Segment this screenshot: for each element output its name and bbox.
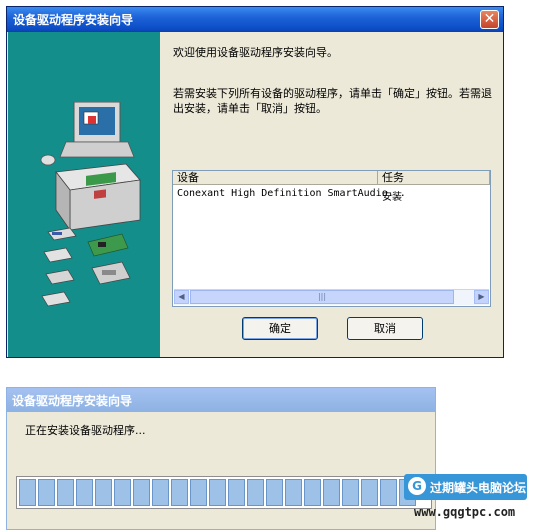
close-button[interactable]: ✕ — [480, 10, 499, 29]
driver-install-progress-window: 设备驱动程序安装向导 正在安装设备驱动程序... — [6, 387, 436, 530]
progress-segment — [133, 479, 150, 506]
progress-segment — [323, 479, 340, 506]
cancel-button[interactable]: 取消 — [347, 317, 423, 340]
progress-segment — [342, 479, 359, 506]
chevron-left-icon: ◀ — [178, 292, 185, 301]
progress-segment — [57, 479, 74, 506]
forum-watermark: G 过期罐头电脑论坛 www.gqgtpc.com — [404, 474, 544, 526]
progress-segment — [76, 479, 93, 506]
progress-segment — [19, 479, 36, 506]
watermark-label: 过期罐头电脑论坛 — [430, 481, 527, 495]
watermark-url: www.gqgtpc.com — [414, 505, 516, 519]
progress-segment — [114, 479, 131, 506]
progress-segment — [152, 479, 169, 506]
list-item[interactable]: Conexant High Definition SmartAudio... 安… — [173, 188, 490, 203]
column-header-task[interactable]: 任务 — [378, 171, 490, 185]
wizard-side-panel — [8, 32, 160, 357]
scroll-thumb[interactable]: ||| — [190, 290, 454, 304]
scroll-left-button[interactable]: ◀ — [174, 290, 189, 304]
progress-segment — [95, 479, 112, 506]
progress-segment — [361, 479, 378, 506]
ok-button[interactable]: 确定 — [242, 317, 318, 340]
driver-install-wizard-window: 设备驱动程序安装向导 ✕ 欢迎使用设备驱动程序安装向导。 若需安装下列所有设备的… — [6, 6, 504, 358]
progress-segment — [228, 479, 245, 506]
title-bar: 设备驱动程序安装向导 — [7, 7, 503, 32]
device-task: 安装 — [382, 192, 402, 203]
instruction-text: 若需安装下列所有设备的驱动程序，请单击「确定」按钮。若需退出安装，请单击「取消」… — [173, 87, 492, 115]
close-icon: ✕ — [483, 11, 496, 27]
install-progress-bar — [16, 476, 432, 509]
welcome-text: 欢迎使用设备驱动程序安装向导。 — [173, 46, 338, 59]
forum-logo-icon: G — [408, 477, 426, 495]
progress-segment — [380, 479, 397, 506]
progress-segment — [247, 479, 264, 506]
progress-segment — [304, 479, 321, 506]
title-bar: 设备驱动程序安装向导 — [7, 388, 435, 412]
device-name: Conexant High Definition SmartAudio... — [177, 188, 406, 199]
progress-segment — [285, 479, 302, 506]
device-list[interactable]: 设备 任务 Conexant High Definition SmartAudi… — [172, 170, 491, 307]
scroll-right-button[interactable]: ▶ — [474, 290, 489, 304]
progress-segment — [38, 479, 55, 506]
installing-status-text: 正在安装设备驱动程序... — [25, 424, 146, 437]
watermark-banner: G 过期罐头电脑论坛 — [404, 474, 527, 500]
progress-segment — [266, 479, 283, 506]
column-header-device[interactable]: 设备 — [173, 171, 378, 185]
computer-hardware-illustration — [40, 102, 141, 307]
grip-icon: ||| — [317, 292, 327, 301]
progress-segment — [209, 479, 226, 506]
horizontal-scrollbar[interactable]: ◀ ||| ▶ — [174, 289, 489, 305]
progress-segment — [190, 479, 207, 506]
window-title: 设备驱动程序安装向导 — [12, 393, 133, 408]
progress-segment — [171, 479, 188, 506]
window-title: 设备驱动程序安装向导 — [13, 13, 134, 27]
chevron-right-icon: ▶ — [478, 292, 485, 301]
